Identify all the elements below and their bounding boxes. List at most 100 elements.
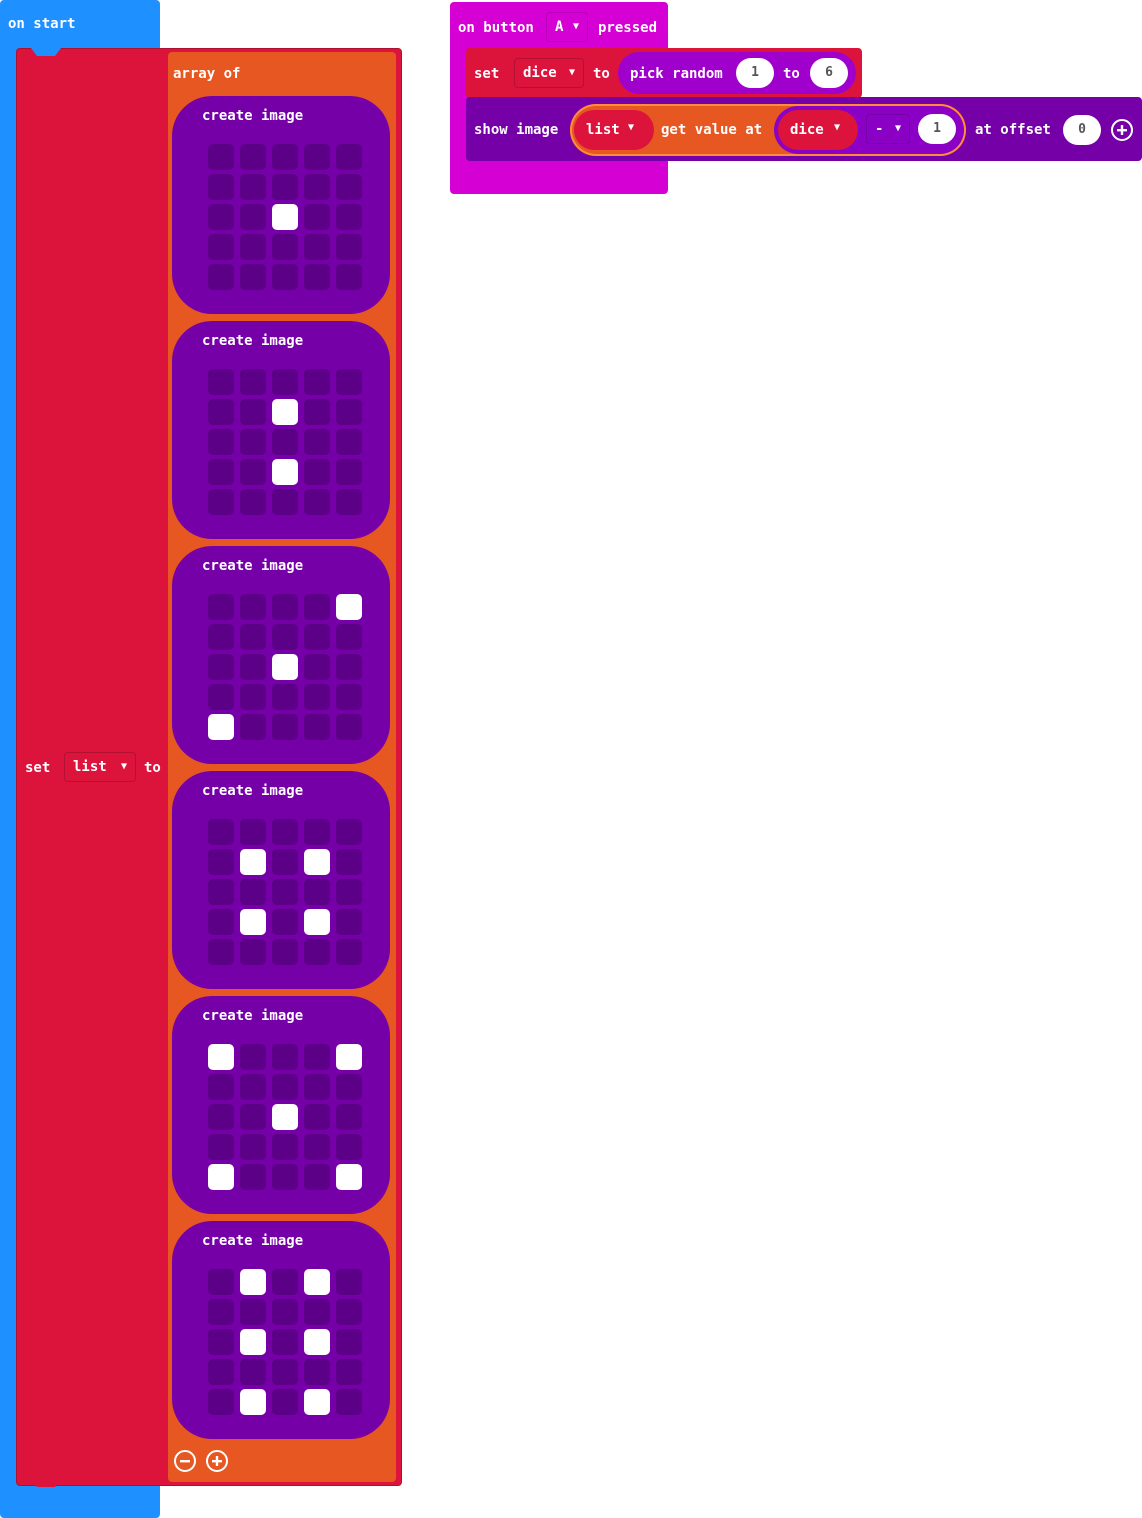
led-grid[interactable] <box>208 594 362 748</box>
led-off[interactable] <box>304 1359 330 1385</box>
led-off[interactable] <box>336 714 362 740</box>
expand-button[interactable] <box>1111 119 1133 141</box>
led-off[interactable] <box>304 654 330 680</box>
led-off[interactable] <box>208 1269 234 1295</box>
led-off[interactable] <box>336 684 362 710</box>
led-on[interactable] <box>336 594 362 620</box>
led-off[interactable] <box>240 1359 266 1385</box>
led-on[interactable] <box>240 1269 266 1295</box>
led-off[interactable] <box>336 264 362 290</box>
add-item-button[interactable] <box>206 1450 228 1472</box>
led-off[interactable] <box>208 429 234 455</box>
led-off[interactable] <box>272 879 298 905</box>
led-off[interactable] <box>336 459 362 485</box>
led-on[interactable] <box>272 204 298 230</box>
led-off[interactable] <box>240 594 266 620</box>
led-off[interactable] <box>272 684 298 710</box>
led-off[interactable] <box>208 879 234 905</box>
led-off[interactable] <box>240 399 266 425</box>
led-off[interactable] <box>240 234 266 260</box>
led-grid[interactable] <box>208 144 362 298</box>
led-on[interactable] <box>208 714 234 740</box>
led-off[interactable] <box>240 174 266 200</box>
random-to-input[interactable]: 6 <box>810 58 848 88</box>
led-off[interactable] <box>240 819 266 845</box>
led-off[interactable] <box>208 1359 234 1385</box>
led-on[interactable] <box>240 909 266 935</box>
led-off[interactable] <box>240 1134 266 1160</box>
led-off[interactable] <box>208 1134 234 1160</box>
led-off[interactable] <box>304 879 330 905</box>
led-off[interactable] <box>336 879 362 905</box>
operator-dropdown[interactable]: - ▼ <box>866 114 910 144</box>
led-off[interactable] <box>304 594 330 620</box>
led-off[interactable] <box>304 144 330 170</box>
led-off[interactable] <box>304 684 330 710</box>
led-off[interactable] <box>208 594 234 620</box>
led-grid[interactable] <box>208 1269 362 1423</box>
led-off[interactable] <box>304 489 330 515</box>
led-off[interactable] <box>304 1299 330 1325</box>
led-off[interactable] <box>272 1269 298 1295</box>
led-off[interactable] <box>240 879 266 905</box>
led-off[interactable] <box>272 1134 298 1160</box>
led-off[interactable] <box>208 204 234 230</box>
led-off[interactable] <box>272 489 298 515</box>
led-off[interactable] <box>208 459 234 485</box>
led-off[interactable] <box>336 174 362 200</box>
led-off[interactable] <box>336 1104 362 1130</box>
led-off[interactable] <box>272 174 298 200</box>
led-off[interactable] <box>208 1104 234 1130</box>
led-off[interactable] <box>336 399 362 425</box>
led-off[interactable] <box>336 1389 362 1415</box>
led-grid[interactable] <box>208 369 362 523</box>
led-off[interactable] <box>240 459 266 485</box>
led-off[interactable] <box>240 714 266 740</box>
led-off[interactable] <box>272 1359 298 1385</box>
led-on[interactable] <box>240 1329 266 1355</box>
led-grid[interactable] <box>208 1044 362 1198</box>
led-off[interactable] <box>272 939 298 965</box>
led-off[interactable] <box>304 1044 330 1070</box>
led-off[interactable] <box>304 939 330 965</box>
led-off[interactable] <box>272 144 298 170</box>
led-off[interactable] <box>336 624 362 650</box>
create-image-block[interactable]: create image <box>172 1221 390 1439</box>
variable-dropdown-dice[interactable]: dice ▼ <box>514 58 584 88</box>
led-grid[interactable] <box>208 819 362 973</box>
led-off[interactable] <box>272 1299 298 1325</box>
led-off[interactable] <box>336 939 362 965</box>
led-off[interactable] <box>208 144 234 170</box>
led-off[interactable] <box>336 369 362 395</box>
led-off[interactable] <box>304 369 330 395</box>
led-off[interactable] <box>304 819 330 845</box>
led-off[interactable] <box>336 909 362 935</box>
random-from-input[interactable]: 1 <box>736 58 774 88</box>
led-off[interactable] <box>336 489 362 515</box>
led-off[interactable] <box>240 429 266 455</box>
led-off[interactable] <box>336 1269 362 1295</box>
led-on[interactable] <box>336 1044 362 1070</box>
offset-input[interactable]: 0 <box>1063 115 1101 145</box>
led-off[interactable] <box>304 1164 330 1190</box>
led-off[interactable] <box>272 594 298 620</box>
led-off[interactable] <box>208 1329 234 1355</box>
led-on[interactable] <box>304 1269 330 1295</box>
led-off[interactable] <box>304 1074 330 1100</box>
led-off[interactable] <box>272 1329 298 1355</box>
led-on[interactable] <box>304 849 330 875</box>
led-on[interactable] <box>240 1389 266 1415</box>
led-off[interactable] <box>336 144 362 170</box>
led-off[interactable] <box>336 1359 362 1385</box>
led-on[interactable] <box>272 399 298 425</box>
led-off[interactable] <box>304 174 330 200</box>
led-off[interactable] <box>336 654 362 680</box>
led-off[interactable] <box>272 909 298 935</box>
led-off[interactable] <box>336 819 362 845</box>
led-off[interactable] <box>208 939 234 965</box>
led-on[interactable] <box>208 1044 234 1070</box>
led-on[interactable] <box>272 459 298 485</box>
led-off[interactable] <box>304 204 330 230</box>
led-on[interactable] <box>272 654 298 680</box>
led-off[interactable] <box>304 459 330 485</box>
